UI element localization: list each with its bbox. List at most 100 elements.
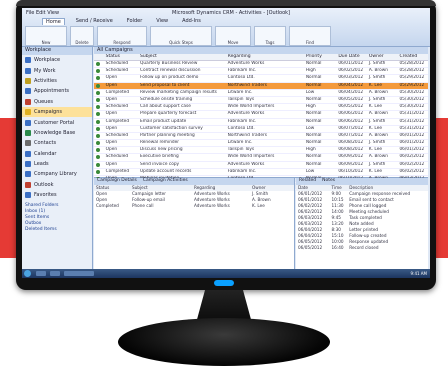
table-row[interactable]: Open Schedule onsite training Tailspin Toy… bbox=[94, 97, 428, 105]
start-button-icon[interactable] bbox=[24, 270, 31, 277]
nav-item[interactable]: Workplace bbox=[22, 55, 92, 65]
table-cell: 06/09/2012 bbox=[338, 161, 364, 167]
table-row[interactable]: Scheduled Quarterly Business Review Advent… bbox=[94, 61, 428, 69]
table-cell: Tailspin Toys bbox=[227, 147, 255, 153]
taskbar-window-button[interactable] bbox=[64, 271, 94, 276]
nav-item[interactable]: Favorites bbox=[22, 190, 92, 200]
ribbon-tab[interactable]: Add-Ins bbox=[179, 18, 204, 25]
quick-access-toolbar[interactable]: File Edit View bbox=[26, 10, 59, 16]
table-row[interactable]: Open Prepare quarterly forecast Adventure … bbox=[94, 111, 428, 119]
table-row[interactable]: Open Send invoice copy Adventure Works Norm… bbox=[94, 162, 428, 169]
ribbon-group[interactable]: Delete bbox=[70, 26, 94, 46]
table-cell: Normal bbox=[305, 82, 322, 88]
table-cell: K. Lee bbox=[368, 104, 383, 110]
nav-item-label: Leads bbox=[34, 161, 49, 168]
table-row[interactable]: Scheduled Contract renewal discussion Fabr… bbox=[94, 68, 428, 76]
campaign-activities-pane: Campaign Details Campaign Activities Stat… bbox=[94, 178, 295, 269]
nav-item[interactable]: Knowledge Base bbox=[22, 128, 92, 138]
ribbon-group[interactable]: Tags bbox=[254, 26, 286, 46]
list-item[interactable]: Completed Phone call Adventure Works K. Lee bbox=[94, 203, 294, 209]
list-cell: Record closed bbox=[349, 245, 379, 250]
pane-tab[interactable]: Campaign Activities bbox=[143, 178, 188, 185]
table-row[interactable]: Open Customer satisfaction survey Contoso … bbox=[94, 126, 428, 133]
list-item[interactable]: 06/05/2012 16:40 Record closed bbox=[296, 245, 428, 251]
nav-item[interactable]: Company Library bbox=[22, 169, 92, 179]
nav-item-label: Workplace bbox=[34, 57, 61, 64]
ribbon-tab[interactable]: Home bbox=[42, 18, 65, 25]
nav-item[interactable]: Customer Portal bbox=[22, 117, 92, 127]
table-cell: Open bbox=[105, 82, 118, 88]
table-cell: Low bbox=[305, 125, 315, 131]
table-cell: Contoso Ltd. bbox=[227, 125, 255, 131]
table-cell: Prepare quarterly forecast bbox=[139, 111, 197, 117]
table-cell: Scheduled bbox=[105, 68, 129, 74]
table-cell: Partner planning meeting bbox=[139, 132, 195, 138]
nav-item[interactable]: Campaigns bbox=[22, 106, 92, 118]
table-row[interactable]: Completed Email product update Fabrikam In… bbox=[94, 119, 428, 126]
ribbon-group[interactable]: Respond bbox=[97, 26, 147, 46]
taskbar-app-icon[interactable] bbox=[36, 271, 46, 276]
table-cell: Completed bbox=[105, 118, 130, 124]
pane-tab[interactable]: Campaign Details bbox=[97, 178, 137, 185]
table-row[interactable]: Open Renewal reminder Litware Inc. Normal 06… bbox=[94, 140, 428, 148]
ribbon-group[interactable]: Move bbox=[215, 26, 251, 46]
table-row[interactable]: Open Discuss new pricing Tailspin Toys High… bbox=[94, 147, 428, 155]
table-row[interactable]: Scheduled Executive briefing Wide World Im… bbox=[94, 154, 428, 162]
ribbon-group[interactable]: New bbox=[25, 26, 67, 46]
table-cell: Open bbox=[105, 161, 118, 167]
nav-item-label: Calendar bbox=[34, 150, 57, 157]
nav-item[interactable]: Activities bbox=[22, 76, 92, 86]
ribbon-tab[interactable]: View bbox=[153, 18, 171, 25]
table-cell: Wide World Importers bbox=[227, 154, 275, 160]
table-row[interactable]: Open Send proposal to client Northwind Tra… bbox=[94, 82, 428, 90]
column-header[interactable]: Due Date bbox=[336, 54, 367, 60]
table-cell: Contoso Ltd. bbox=[227, 75, 255, 81]
nav-item[interactable]: Leads bbox=[22, 159, 92, 169]
nav-item[interactable]: Queues bbox=[22, 97, 92, 107]
nav-item[interactable]: My Work bbox=[22, 65, 92, 75]
table-cell bbox=[94, 147, 104, 153]
nav-item-icon bbox=[25, 181, 31, 188]
column-header[interactable]: Owner bbox=[367, 54, 398, 60]
ribbon-tab[interactable]: Folder bbox=[124, 18, 145, 25]
table-row[interactable]: Scheduled Partner planning meeting Northwi… bbox=[94, 132, 428, 141]
pane-tab[interactable]: Related bbox=[299, 178, 316, 185]
nav-item[interactable]: Appointments bbox=[22, 86, 92, 96]
record-status-icon bbox=[96, 162, 100, 167]
table-cell: Scheduled bbox=[105, 132, 129, 138]
table-row[interactable]: Completed Review marketing campaign resul… bbox=[94, 90, 428, 97]
nav-item-label: Favorites bbox=[34, 192, 57, 199]
ribbon-tab[interactable]: Send / Receive bbox=[73, 18, 116, 25]
column-header[interactable]: Subject bbox=[138, 54, 226, 60]
table-cell: Open bbox=[105, 75, 118, 81]
nav-item[interactable]: Outlook bbox=[22, 180, 92, 190]
column-header[interactable]: Regarding bbox=[226, 54, 304, 60]
ribbon-group[interactable]: Find bbox=[289, 26, 331, 46]
taskbar-app-icon[interactable] bbox=[50, 271, 60, 276]
table-cell: Normal bbox=[305, 111, 322, 117]
table-cell: Open bbox=[105, 125, 118, 131]
table-row[interactable]: Open Follow up on product demo Contoso Ltd… bbox=[94, 75, 428, 83]
table-row[interactable]: Completed Update account records Fabrikam … bbox=[94, 169, 428, 176]
column-header[interactable]: Status bbox=[104, 54, 138, 60]
nav-header: Workplace bbox=[22, 47, 92, 55]
nav-item[interactable]: Contacts bbox=[22, 138, 92, 148]
column-header[interactable] bbox=[94, 54, 104, 60]
column-header[interactable]: Priority bbox=[304, 54, 336, 60]
nav-item-label: Customer Portal bbox=[34, 119, 75, 126]
table-cell: Completed bbox=[105, 89, 130, 95]
nav-item-label: Outlook bbox=[34, 181, 54, 188]
pane-tab[interactable]: Notes bbox=[322, 178, 335, 185]
record-status-icon bbox=[96, 141, 100, 146]
nav-item-icon bbox=[25, 171, 31, 178]
table-cell: Call about support case bbox=[139, 104, 191, 110]
table-cell bbox=[94, 97, 104, 103]
nav-item[interactable]: Calendar bbox=[22, 149, 92, 159]
table-cell: Renewal reminder bbox=[139, 140, 180, 146]
ribbon-group[interactable]: Quick Steps bbox=[150, 26, 212, 46]
nav-item-icon bbox=[25, 140, 31, 147]
folder-link[interactable]: Deleted Items bbox=[25, 227, 92, 233]
column-header[interactable]: Created bbox=[397, 54, 428, 60]
navigation-pane: Workplace Workplace My Work Activities Appo… bbox=[22, 47, 93, 269]
table-row[interactable]: Scheduled Call about support case Wide Wor… bbox=[94, 104, 428, 112]
